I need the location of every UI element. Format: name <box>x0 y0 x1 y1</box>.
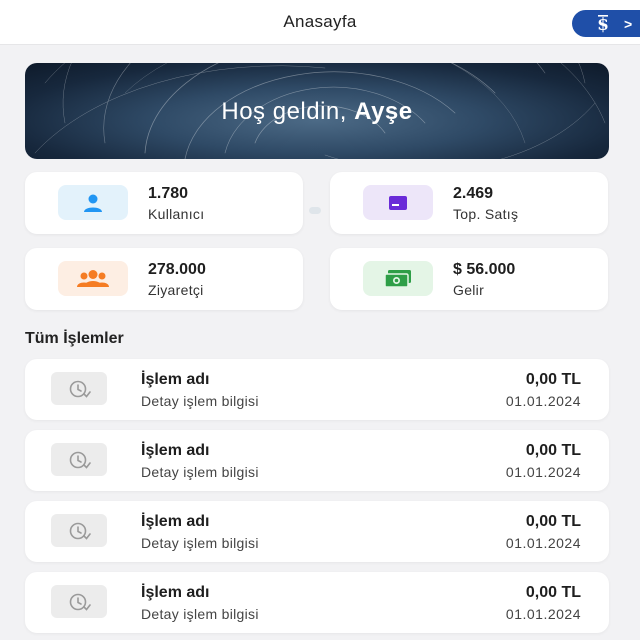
stat-card-visitors[interactable]: 278.000 Ziyaretçi <box>25 248 303 310</box>
welcome-message: Hoş geldin, Ayşe <box>25 98 609 126</box>
stat-value: $ 56.000 <box>453 261 516 278</box>
stat-card-total-sales[interactable]: 2.469 Top. Satış <box>330 172 608 234</box>
transaction-detail: Detay işlem bilgisi <box>141 606 259 622</box>
app-header: Anasayfa $ > <box>0 0 640 45</box>
stat-card-users[interactable]: 1.780 Kullanıcı <box>25 172 303 234</box>
greeting-text: Hoş geldin, <box>221 98 355 125</box>
transaction-date: 01.01.2024 <box>505 393 581 409</box>
card-icon <box>363 185 433 220</box>
history-icon <box>51 372 107 405</box>
transaction-amount: 0,00 TL <box>525 442 581 459</box>
transaction-row[interactable]: İşlem adı Detay işlem bilgisi 0,00 TL 01… <box>25 430 609 491</box>
transaction-date: 01.01.2024 <box>505 606 581 622</box>
transactions-title: Tüm İşlemler <box>25 330 124 347</box>
stat-label: Gelir <box>453 282 485 298</box>
welcome-banner: Hoş geldin, Ayşe <box>25 63 609 159</box>
transaction-date: 01.01.2024 <box>505 464 581 480</box>
transaction-amount: 0,00 TL <box>525 584 581 601</box>
chevron-right-icon: > <box>624 15 633 32</box>
transaction-name: İşlem adı <box>141 513 210 530</box>
stat-label: Ziyaretçi <box>148 282 204 298</box>
transaction-amount: 0,00 TL <box>525 371 581 388</box>
transaction-date: 01.01.2024 <box>505 535 581 551</box>
stat-value: 2.469 <box>453 185 494 202</box>
stat-card-income[interactable]: $ 56.000 Gelir <box>330 248 608 310</box>
transaction-row[interactable]: İşlem adı Detay işlem bilgisi 0,00 TL 01… <box>25 501 609 562</box>
history-icon <box>51 514 107 547</box>
svg-text:$: $ <box>597 15 609 35</box>
decorative-connector <box>309 207 321 214</box>
transaction-detail: Detay işlem bilgisi <box>141 393 259 409</box>
transaction-row[interactable]: İşlem adı Detay işlem bilgisi 0,00 TL 01… <box>25 572 609 633</box>
stat-value: 1.780 <box>148 185 189 202</box>
stat-label: Kullanıcı <box>148 206 205 222</box>
transaction-name: İşlem adı <box>141 584 210 601</box>
stat-label: Top. Satış <box>453 206 519 222</box>
history-icon <box>51 585 107 618</box>
brand-button[interactable]: $ > <box>572 10 640 37</box>
brand-logo-icon: $ <box>592 13 614 35</box>
money-icon <box>363 261 433 296</box>
page-title: Anasayfa <box>283 12 357 31</box>
transaction-name: İşlem adı <box>141 442 210 459</box>
group-icon <box>58 261 128 296</box>
user-name: Ayşe <box>354 98 413 125</box>
transaction-detail: Detay işlem bilgisi <box>141 535 259 551</box>
transaction-row[interactable]: İşlem adı Detay işlem bilgisi 0,00 TL 01… <box>25 359 609 420</box>
user-icon <box>58 185 128 220</box>
stat-value: 278.000 <box>148 261 206 278</box>
transaction-amount: 0,00 TL <box>525 513 581 530</box>
transaction-name: İşlem adı <box>141 371 210 388</box>
transaction-detail: Detay işlem bilgisi <box>141 464 259 480</box>
history-icon <box>51 443 107 476</box>
